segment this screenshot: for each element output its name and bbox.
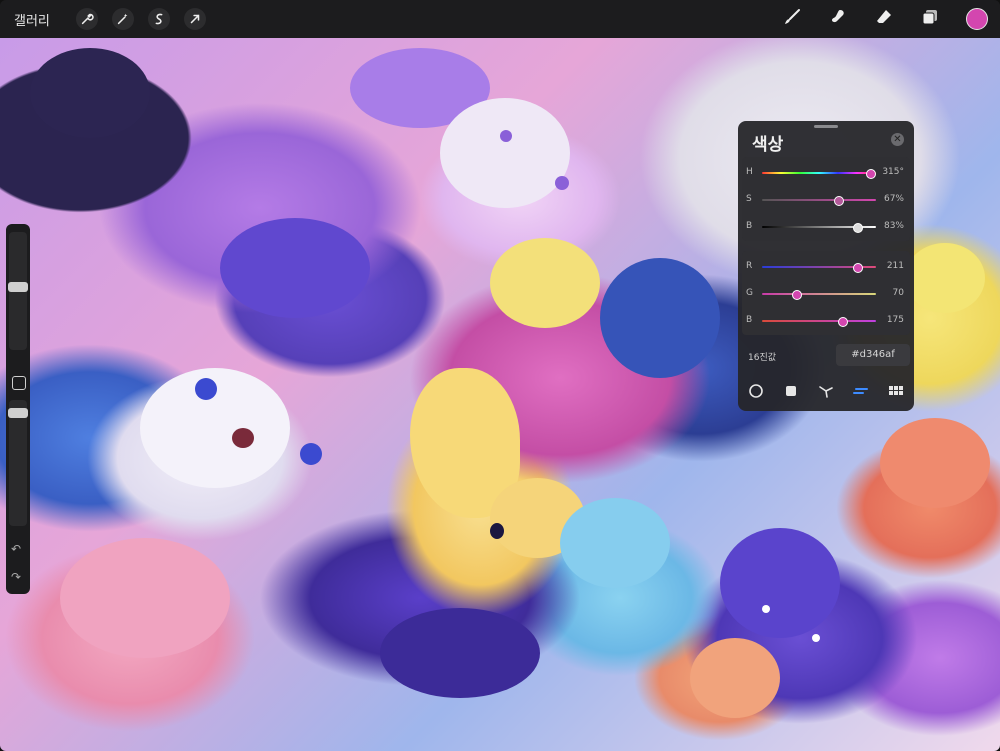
character-eye xyxy=(300,443,322,465)
brightness-value: 83% xyxy=(883,221,904,231)
canvas-blob xyxy=(220,218,370,318)
modify-button[interactable] xyxy=(12,376,26,390)
top-toolbar: 갤러리 xyxy=(0,0,1000,38)
gallery-button[interactable]: 갤러리 xyxy=(14,10,50,29)
green-label: G xyxy=(746,288,753,298)
smudge-icon[interactable] xyxy=(828,7,848,31)
undo-icon[interactable]: ↶ xyxy=(11,542,21,556)
hue-slider[interactable] xyxy=(762,172,876,174)
right-tool-group xyxy=(782,0,988,38)
eraser-icon[interactable] xyxy=(874,7,894,31)
brightness-label: B xyxy=(746,221,753,231)
current-color-swatch[interactable] xyxy=(966,8,988,30)
canvas-blob xyxy=(720,528,840,638)
canvas-blob xyxy=(600,258,720,378)
opacity-thumb[interactable] xyxy=(8,408,28,418)
hue-row: H 315° xyxy=(742,163,910,183)
canvas-blob xyxy=(380,608,540,698)
green-knob[interactable] xyxy=(792,290,802,300)
palette-mode-icon[interactable] xyxy=(885,380,907,402)
character-mouth xyxy=(232,428,254,448)
character-eye xyxy=(812,634,820,642)
canvas-blob xyxy=(880,418,990,508)
green-slider[interactable] xyxy=(762,293,876,295)
green-value: 70 xyxy=(892,288,904,298)
wrench-icon[interactable] xyxy=(75,8,98,30)
canvas-blob xyxy=(490,238,600,328)
value-mode-icon[interactable] xyxy=(850,380,872,402)
character-eye xyxy=(762,605,770,613)
hex-label: 16진값 xyxy=(748,353,777,363)
character-eye xyxy=(195,378,217,400)
classic-mode-icon[interactable] xyxy=(780,380,802,402)
panel-title: 색상 xyxy=(752,135,784,155)
red-row: R 211 xyxy=(742,257,910,277)
magic-wand-icon[interactable] xyxy=(111,8,134,30)
harmony-mode-icon[interactable] xyxy=(815,380,837,402)
brush-icon[interactable] xyxy=(782,7,802,31)
procreate-window: 갤러리 ↶ ↷ 색상 ✕ H 315° S 67% B 83% R 211 G … xyxy=(0,0,1000,751)
character-eye xyxy=(500,130,512,142)
blue-knob[interactable] xyxy=(838,317,848,327)
brush-size-slider[interactable] xyxy=(8,232,28,350)
color-panel: 색상 ✕ H 315° S 67% B 83% R 211 G 70 B 175… xyxy=(738,121,914,411)
disc-mode-icon[interactable] xyxy=(745,380,767,402)
opacity-slider[interactable] xyxy=(8,400,28,526)
brush-size-thumb[interactable] xyxy=(8,282,28,292)
canvas-blob xyxy=(690,638,780,718)
canvas-blob xyxy=(905,243,985,313)
red-label: R xyxy=(746,261,753,271)
canvas-blob xyxy=(440,98,570,208)
red-value: 211 xyxy=(886,261,904,271)
canvas-blob xyxy=(560,498,670,588)
canvas-blob xyxy=(60,538,230,658)
saturation-knob[interactable] xyxy=(834,196,844,206)
character-eye xyxy=(490,523,504,539)
blue-label: B xyxy=(746,315,753,325)
brightness-row: B 83% xyxy=(742,217,910,237)
close-icon[interactable]: ✕ xyxy=(891,133,904,146)
hue-knob[interactable] xyxy=(866,169,876,179)
hue-value: 315° xyxy=(882,167,904,177)
hex-input[interactable]: #d346af xyxy=(836,344,910,366)
blue-row: B 175 xyxy=(742,311,910,331)
redo-icon[interactable]: ↷ xyxy=(11,570,21,584)
layers-icon[interactable] xyxy=(920,7,940,31)
color-mode-bar xyxy=(738,379,914,403)
canvas-blob xyxy=(30,48,150,138)
blue-value: 175 xyxy=(886,315,904,325)
saturation-slider[interactable] xyxy=(762,199,876,201)
hsb-section: H 315° S 67% B 83% xyxy=(742,157,910,241)
hex-row: 16진값 #d346af xyxy=(742,344,910,368)
saturation-label: S xyxy=(746,194,752,204)
brightness-knob[interactable] xyxy=(853,223,863,233)
panel-grabber[interactable] xyxy=(814,125,838,128)
red-knob[interactable] xyxy=(853,263,863,273)
rgb-section: R 211 G 70 B 175 xyxy=(742,251,910,335)
hue-label: H xyxy=(746,167,753,177)
selection-icon[interactable] xyxy=(147,8,170,30)
character-eye xyxy=(555,176,569,190)
saturation-value: 67% xyxy=(883,194,904,204)
left-sidebar: ↶ ↷ xyxy=(6,224,30,594)
green-row: G 70 xyxy=(742,284,910,304)
transform-arrow-icon[interactable] xyxy=(183,8,206,30)
blue-slider[interactable] xyxy=(762,320,876,322)
saturation-row: S 67% xyxy=(742,190,910,210)
